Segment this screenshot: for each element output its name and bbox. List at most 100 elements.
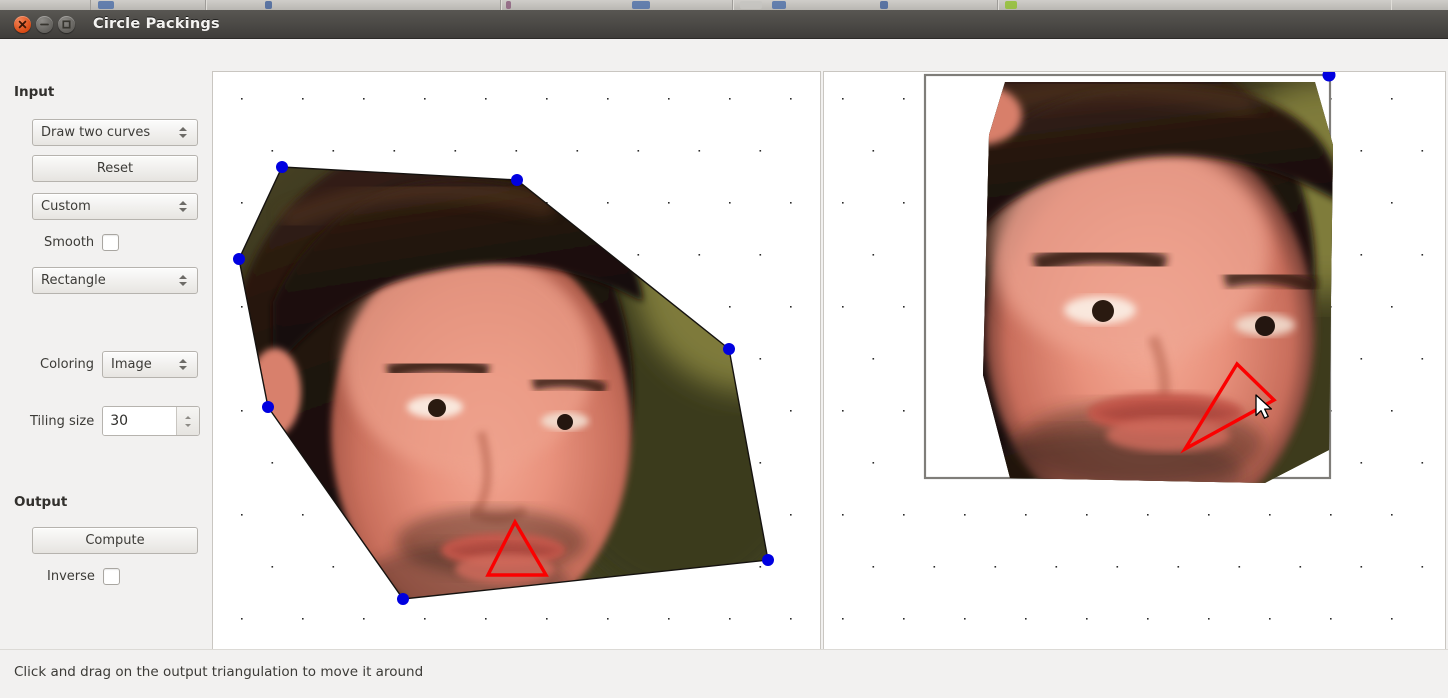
tiling-size-label: Tiling size bbox=[30, 413, 95, 429]
spinner-arrows-icon bbox=[173, 201, 197, 212]
grid-dot bbox=[1391, 618, 1393, 620]
panel-icon bbox=[740, 1, 762, 9]
grid-dot bbox=[241, 618, 243, 620]
panel-icon bbox=[98, 1, 114, 9]
panel-icon bbox=[1005, 1, 1017, 9]
inverse-checkbox-row[interactable]: Inverse bbox=[47, 568, 120, 585]
grid-dot bbox=[1421, 254, 1424, 256]
tiling-size-input[interactable]: 30 bbox=[103, 407, 177, 435]
grid-dot bbox=[790, 410, 792, 412]
panel-icon bbox=[506, 1, 511, 9]
main-window: Circle Packings Input Draw two curves Re… bbox=[0, 10, 1448, 698]
grid-dot bbox=[271, 566, 274, 568]
grid-dot bbox=[363, 618, 365, 620]
grid-dot bbox=[241, 410, 243, 412]
stepper-arrows-icon[interactable] bbox=[176, 407, 200, 435]
grid-dot bbox=[607, 618, 609, 620]
grid-dot bbox=[698, 254, 701, 256]
smooth-checkbox-row[interactable]: Smooth bbox=[44, 234, 120, 251]
grid-dot bbox=[332, 150, 335, 152]
status-message: Click and drag on the output triangulati… bbox=[14, 664, 424, 680]
compute-button[interactable]: Compute bbox=[32, 527, 198, 554]
minimize-icon[interactable] bbox=[36, 15, 53, 33]
grid-dot bbox=[872, 566, 875, 568]
grid-dot bbox=[1421, 566, 1424, 568]
grid-dot bbox=[668, 98, 670, 100]
handle-point[interactable] bbox=[762, 554, 774, 566]
grid-dot bbox=[637, 150, 640, 152]
grid-dot bbox=[668, 618, 670, 620]
reset-button[interactable]: Reset bbox=[32, 155, 198, 182]
output-canvas-svg[interactable] bbox=[824, 72, 1445, 650]
grid-dot bbox=[1421, 358, 1424, 360]
grid-dot bbox=[454, 150, 457, 152]
grid-dot bbox=[790, 98, 792, 100]
grid-dot bbox=[332, 566, 335, 568]
grid-dot bbox=[1055, 566, 1058, 568]
spinner-arrows-icon bbox=[173, 127, 197, 138]
grid-dot bbox=[1360, 254, 1363, 256]
grid-dot bbox=[424, 618, 426, 620]
smooth-label: Smooth bbox=[44, 235, 95, 250]
grid-dot bbox=[903, 98, 905, 100]
grid-dot bbox=[241, 306, 243, 308]
handle-point[interactable] bbox=[262, 401, 274, 413]
handle-point[interactable] bbox=[276, 161, 288, 173]
handle-point[interactable] bbox=[233, 253, 245, 265]
handle-point[interactable] bbox=[723, 343, 735, 355]
grid-dot bbox=[607, 98, 609, 100]
input-canvas[interactable] bbox=[212, 71, 821, 651]
grid-dot bbox=[1391, 306, 1393, 308]
grid-dot bbox=[546, 618, 548, 620]
title-bar: Circle Packings bbox=[0, 10, 1448, 39]
grid-dot bbox=[759, 254, 762, 256]
grid-dot bbox=[759, 566, 762, 568]
grid-dot bbox=[872, 254, 875, 256]
handle-point[interactable] bbox=[397, 593, 409, 605]
grid-dot bbox=[964, 618, 966, 620]
panel-icon bbox=[772, 1, 786, 9]
grid-dot bbox=[1391, 98, 1393, 100]
maximize-icon[interactable] bbox=[58, 15, 75, 33]
grid-dot bbox=[1391, 514, 1393, 516]
grid-dot bbox=[546, 98, 548, 100]
inverse-checkbox[interactable] bbox=[102, 568, 120, 585]
grid-dot bbox=[1360, 150, 1363, 152]
grid-dot bbox=[1086, 618, 1088, 620]
input-canvas-svg[interactable] bbox=[213, 72, 820, 650]
window-body: Input Draw two curves Reset Custom Smoot… bbox=[0, 39, 1448, 651]
tiling-size-stepper[interactable]: 30 bbox=[102, 406, 201, 436]
grid-dot bbox=[903, 514, 905, 516]
grid-dot bbox=[1208, 514, 1210, 516]
grid-dot bbox=[1330, 618, 1332, 620]
grid-dot bbox=[1421, 150, 1424, 152]
grid-dot bbox=[964, 514, 966, 516]
grid-dot bbox=[1025, 618, 1027, 620]
mode-select[interactable]: Draw two curves bbox=[32, 119, 198, 146]
smooth-checkbox[interactable] bbox=[102, 234, 120, 251]
output-canvas[interactable] bbox=[823, 71, 1446, 651]
panel-icon bbox=[880, 1, 888, 9]
status-bar: Click and drag on the output triangulati… bbox=[0, 649, 1448, 698]
close-icon[interactable] bbox=[14, 15, 31, 33]
coloring-row: Coloring Image bbox=[40, 351, 199, 378]
grid-dot bbox=[842, 202, 844, 204]
grid-dot bbox=[933, 566, 936, 568]
shape-select[interactable]: Custom bbox=[32, 193, 198, 220]
coloring-select[interactable]: Image bbox=[102, 351, 199, 378]
grid-dot bbox=[271, 150, 274, 152]
spinner-arrows-icon bbox=[173, 359, 197, 370]
grid-dot bbox=[790, 514, 792, 516]
inverse-label: Inverse bbox=[47, 569, 95, 584]
grid-dot bbox=[607, 202, 609, 204]
grid-dot bbox=[759, 358, 762, 360]
application-window: Circle Packings Input Draw two curves Re… bbox=[0, 0, 1448, 698]
handle-point[interactable] bbox=[511, 174, 523, 186]
grid-dot bbox=[515, 150, 518, 152]
grid-dot bbox=[1330, 514, 1332, 516]
grid-dot bbox=[393, 150, 396, 152]
grid-dot bbox=[424, 98, 426, 100]
domain-select[interactable]: Rectangle bbox=[32, 267, 198, 294]
grid-dot bbox=[1360, 358, 1363, 360]
grid-dot bbox=[302, 98, 304, 100]
